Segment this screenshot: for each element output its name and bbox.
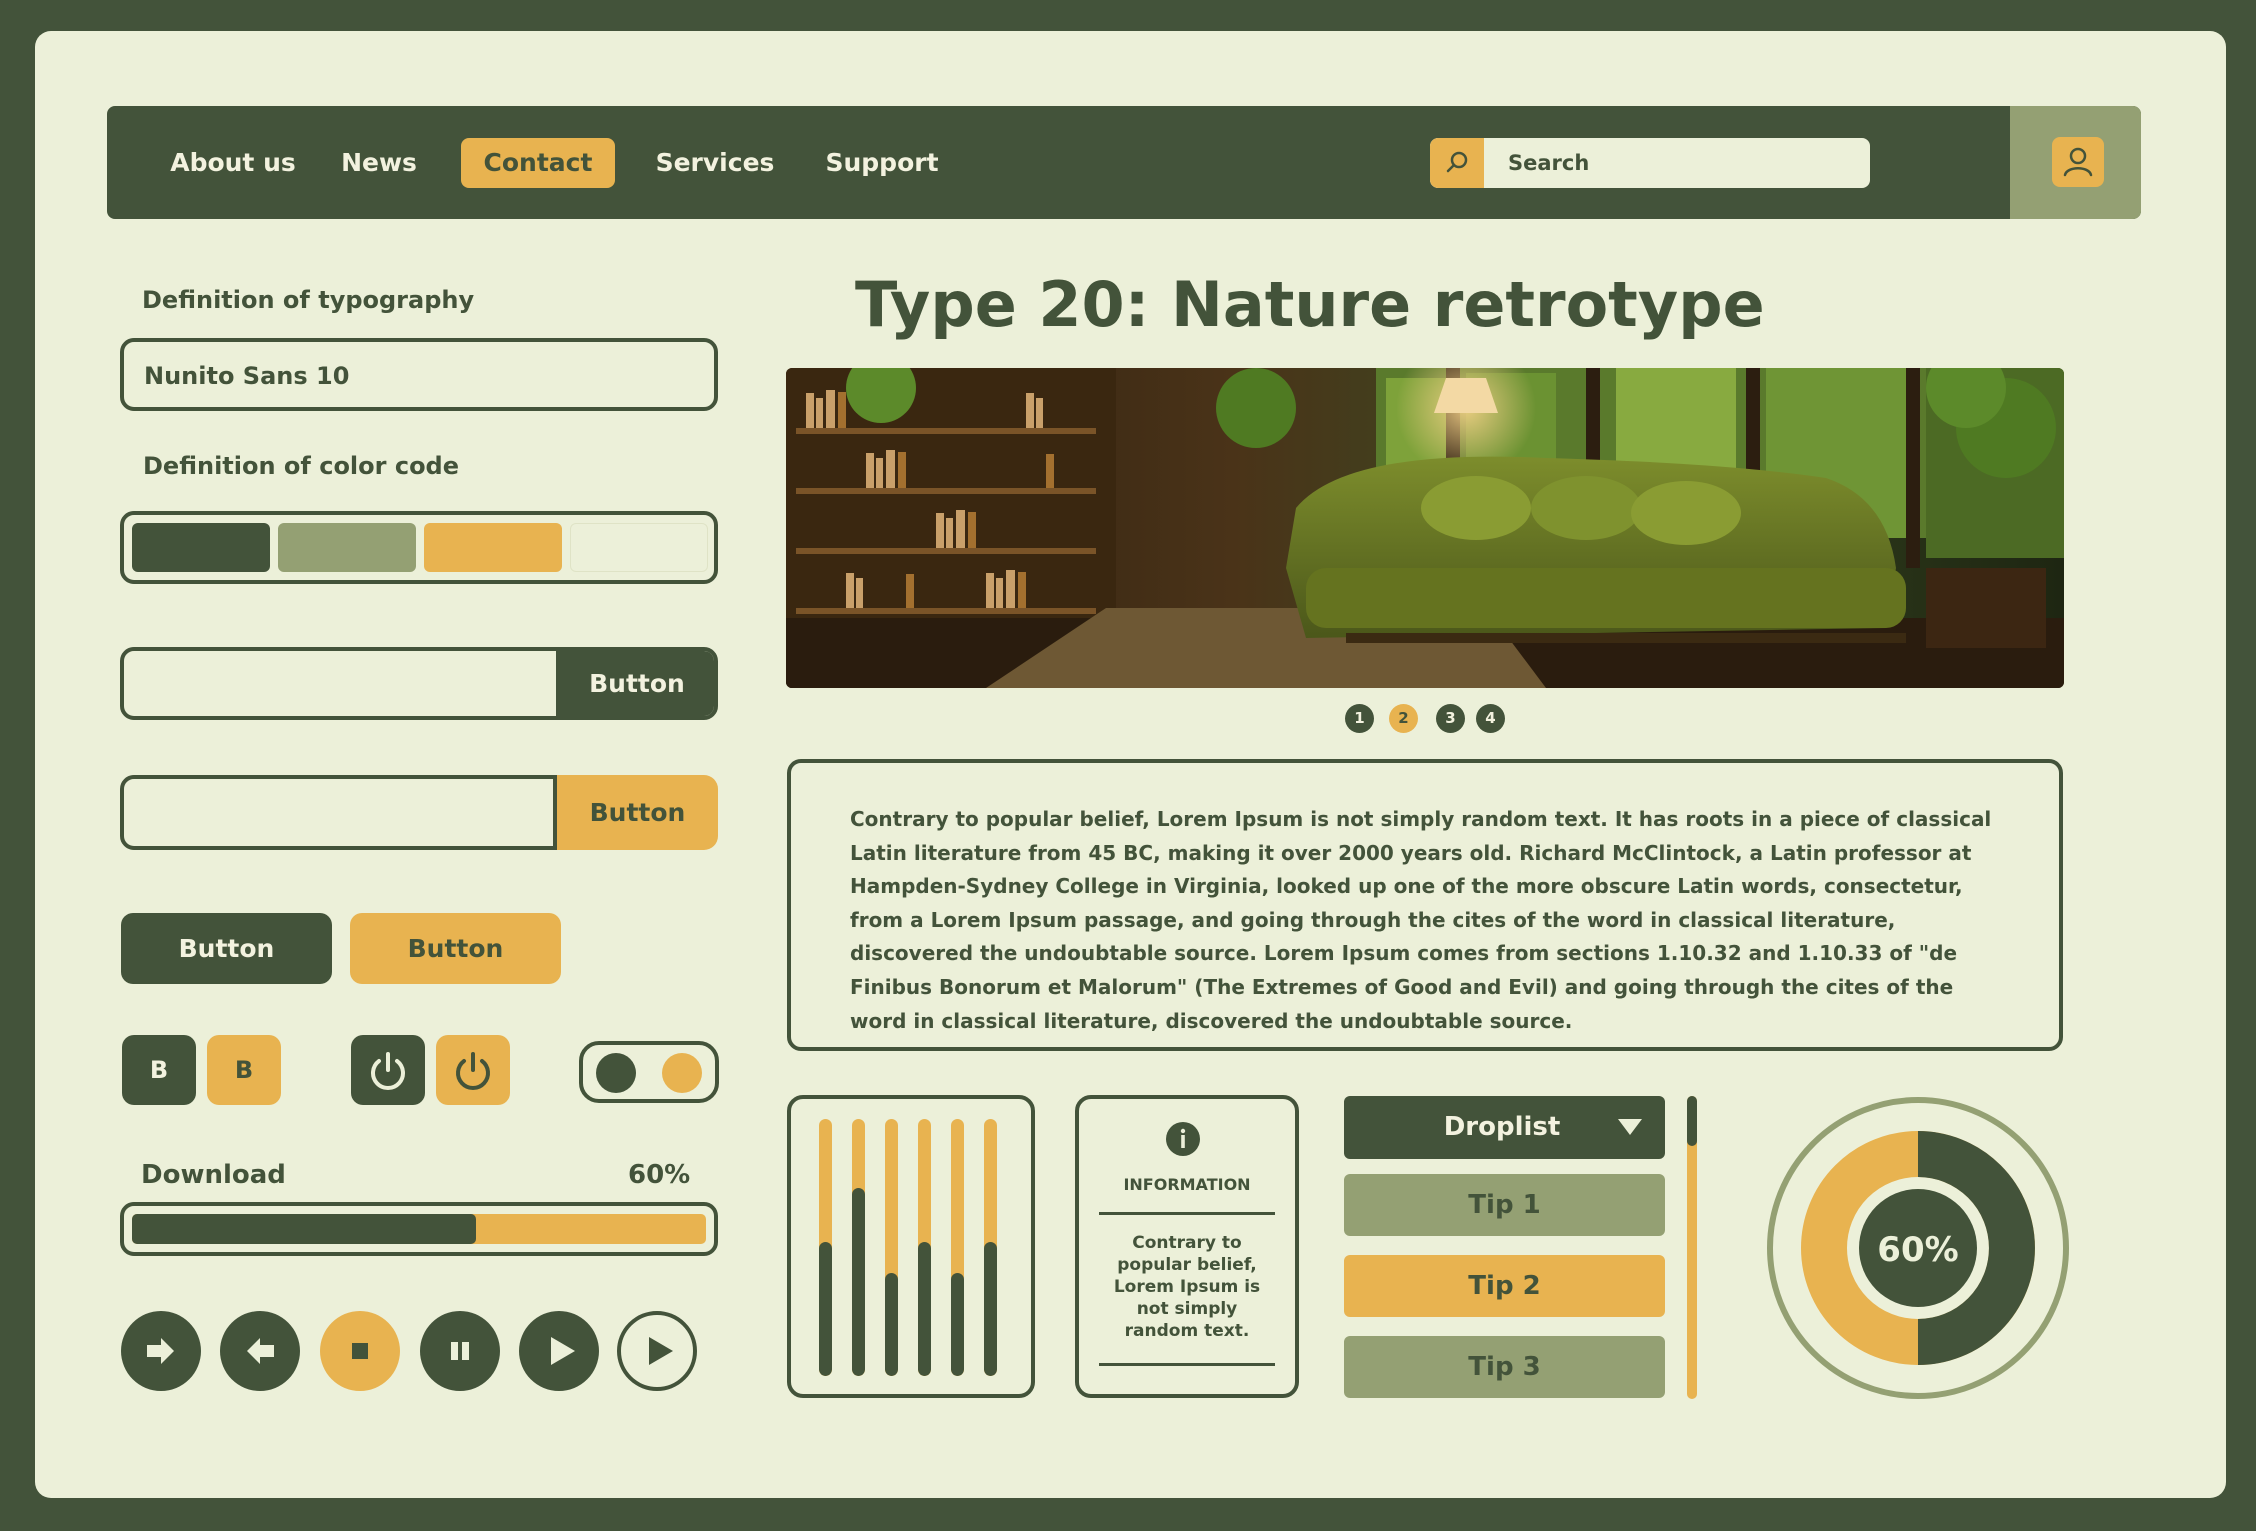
download-label: Download — [141, 1160, 286, 1190]
input-group-dark: Button — [120, 647, 718, 720]
typography-label: Definition of typography — [142, 286, 475, 314]
nav-item-services[interactable]: Services — [645, 138, 785, 188]
info-heading: INFORMATION — [1123, 1175, 1251, 1194]
equalizer-bar-level — [885, 1273, 898, 1376]
play-icon — [551, 1337, 575, 1365]
living-room-illustration — [786, 368, 2064, 688]
info-body: Contrary to popular belief, Lorem Ipsum … — [1113, 1233, 1261, 1341]
pause-icon — [451, 1342, 469, 1360]
top-nav: About us News Contact Services Support S… — [107, 106, 2141, 219]
stop-button[interactable] — [320, 1311, 400, 1391]
toggle-switch[interactable] — [579, 1041, 719, 1103]
forward-arrow-icon — [147, 1338, 174, 1364]
back-button[interactable] — [220, 1311, 300, 1391]
back-arrow-icon — [247, 1338, 274, 1364]
equalizer-panel — [787, 1095, 1035, 1398]
user-area — [2010, 106, 2141, 219]
equalizer-bar[interactable] — [951, 1119, 964, 1376]
droplist-option-tip-3[interactable]: Tip 3 — [1344, 1336, 1665, 1398]
progress-track — [132, 1214, 706, 1244]
donut-label: 60% — [1877, 1230, 1958, 1270]
nav-item-news[interactable]: News — [325, 138, 433, 188]
equalizer-bar-level — [918, 1242, 931, 1376]
bold-button-yellow[interactable]: B — [207, 1035, 281, 1105]
equalizer-bar[interactable] — [885, 1119, 898, 1376]
equalizer-bar-level — [819, 1242, 832, 1376]
forward-button[interactable] — [121, 1311, 201, 1391]
equalizer-bar-level — [852, 1188, 865, 1376]
equalizer-bar-level — [984, 1242, 997, 1376]
equalizer-bar[interactable] — [819, 1119, 832, 1376]
typography-value: Nunito Sans 10 — [144, 362, 350, 390]
primary-button[interactable]: Button — [121, 913, 332, 984]
pause-button[interactable] — [420, 1311, 500, 1391]
equalizer-bar[interactable] — [984, 1119, 997, 1376]
play-outline-icon — [649, 1337, 673, 1365]
droplist-option-tip-2[interactable]: Tip 2 — [1344, 1255, 1665, 1317]
droplist-option-tip-1[interactable]: Tip 1 — [1344, 1174, 1665, 1236]
droplist-scrollbar[interactable] — [1687, 1096, 1697, 1399]
text-card: Contrary to popular belief, Lorem Ipsum … — [787, 759, 2063, 1051]
equalizer-bar[interactable] — [852, 1119, 865, 1376]
swatch-mustard — [424, 523, 562, 572]
nav-item-support[interactable]: Support — [817, 138, 947, 188]
nav-item-contact[interactable]: Contact — [461, 138, 615, 188]
download-progress-bar — [120, 1202, 718, 1256]
body-paragraph: Contrary to popular belief, Lorem Ipsum … — [850, 807, 1992, 1033]
info-icon — [1166, 1122, 1200, 1156]
stop-icon — [352, 1343, 368, 1359]
user-icon — [2063, 147, 2093, 177]
color-code-field — [120, 511, 718, 584]
info-divider-top — [1099, 1212, 1275, 1215]
info-divider-bottom — [1099, 1363, 1275, 1366]
equalizer-bar-level — [951, 1273, 964, 1376]
pagination-dot-4[interactable]: 4 — [1476, 704, 1505, 733]
text-input-dark[interactable] — [124, 651, 554, 716]
swatch-cream — [570, 523, 708, 572]
droplist-label: Droplist — [1443, 1112, 1561, 1142]
swatch-dark-green — [132, 523, 270, 572]
typography-field[interactable]: Nunito Sans 10 — [120, 338, 718, 411]
equalizer-bar[interactable] — [918, 1119, 931, 1376]
input-button-yellow[interactable]: Button — [557, 775, 718, 850]
page-title: Type 20: Nature retrotype — [855, 268, 1765, 341]
search-input[interactable]: Search — [1508, 138, 1589, 188]
search-button[interactable] — [1430, 138, 1484, 188]
swatch-sage — [278, 523, 416, 572]
secondary-button[interactable]: Button — [350, 913, 561, 984]
power-icon — [371, 1052, 405, 1090]
progress-fill — [132, 1214, 477, 1244]
play-outline-button[interactable] — [617, 1311, 697, 1391]
play-button[interactable] — [519, 1311, 599, 1391]
user-button[interactable] — [2052, 137, 2104, 187]
scrollbar-thumb[interactable] — [1687, 1096, 1697, 1146]
search-icon — [1446, 151, 1468, 173]
hero-image — [786, 368, 2064, 688]
toggle-knob-on — [662, 1053, 702, 1093]
input-button-dark[interactable]: Button — [556, 651, 714, 716]
power-icon — [456, 1052, 490, 1090]
nav-item-about-us[interactable]: About us — [153, 138, 313, 188]
pagination-dot-3[interactable]: 3 — [1436, 704, 1465, 733]
donut-chart: 60% — [1767, 1097, 2069, 1399]
droplist-header[interactable]: Droplist — [1344, 1096, 1665, 1159]
text-input-yellow[interactable] — [120, 775, 557, 850]
power-button-dark[interactable] — [351, 1035, 425, 1105]
power-button-yellow[interactable] — [436, 1035, 510, 1105]
toggle-knob-off — [596, 1053, 636, 1093]
search-bar[interactable]: Search — [1430, 138, 1870, 188]
pagination-dot-2[interactable]: 2 — [1389, 704, 1418, 733]
download-percent: 60% — [628, 1160, 691, 1190]
info-card: INFORMATION Contrary to popular belief, … — [1075, 1095, 1299, 1398]
input-group-yellow: Button — [120, 775, 718, 850]
chevron-down-icon — [1618, 1119, 1642, 1135]
bold-button-dark[interactable]: B — [122, 1035, 196, 1105]
pagination-dot-1[interactable]: 1 — [1345, 704, 1374, 733]
color-code-label: Definition of color code — [143, 452, 460, 480]
